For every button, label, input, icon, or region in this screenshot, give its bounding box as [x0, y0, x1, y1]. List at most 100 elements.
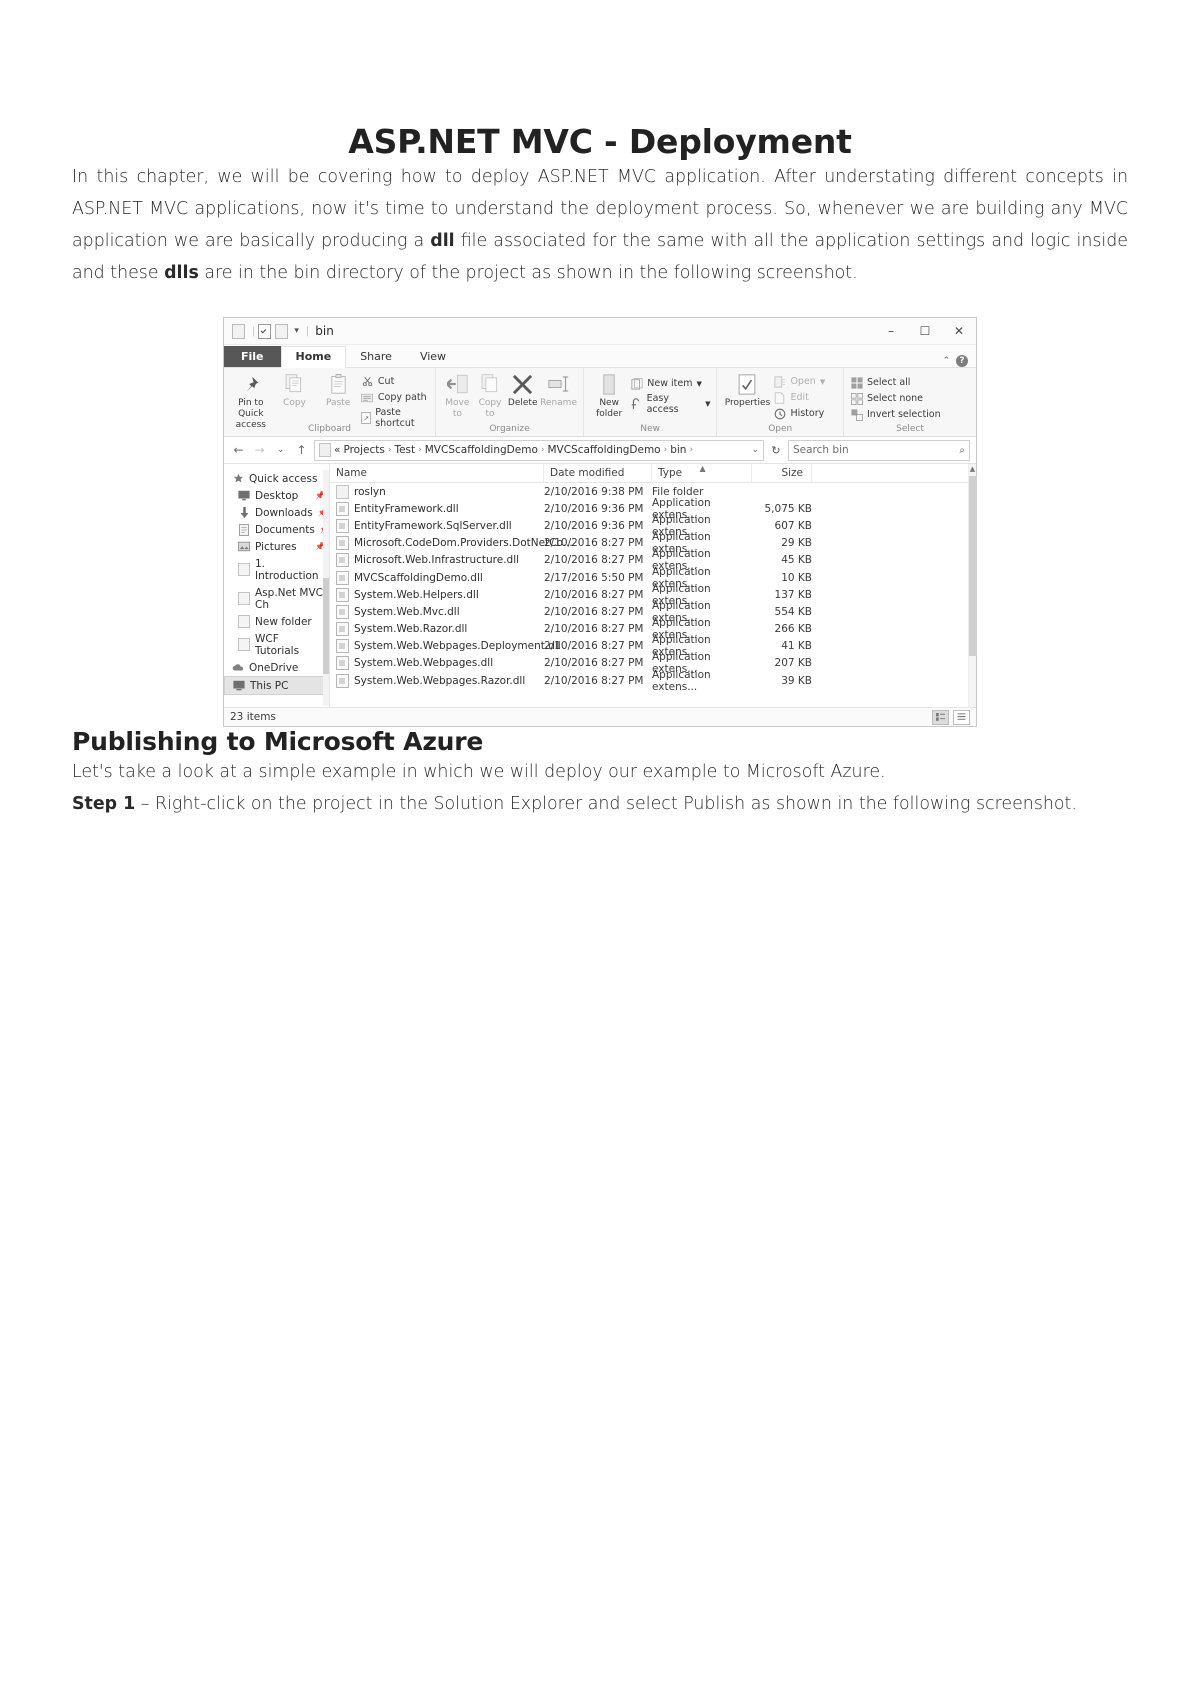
breadcrumb-separator[interactable]: › — [418, 445, 422, 455]
nav-pane-scrollbar[interactable] — [323, 470, 329, 706]
file-list-scrollbar[interactable]: ▲ — [968, 464, 977, 707]
sidebar-item-onedrive[interactable]: OneDrive — [224, 659, 329, 676]
new-folder-quick-icon[interactable] — [275, 323, 289, 339]
column-header-type-label: Type — [658, 467, 683, 479]
file-name-cell: Microsoft.CodeDom.Providers.DotNetCo... — [330, 536, 573, 551]
desktop-icon — [238, 490, 250, 502]
quick-access-icon[interactable] — [232, 323, 245, 339]
paste-button[interactable]: Paste — [317, 372, 359, 409]
breadcrumb-separator[interactable]: › — [388, 445, 392, 455]
select-none-button[interactable]: Select none — [850, 392, 941, 405]
tab-file[interactable]: File — [224, 346, 281, 367]
open-caret-icon[interactable]: ▼ — [820, 378, 825, 386]
search-input[interactable]: Search bin ⌕ — [788, 439, 970, 461]
help-icon[interactable]: ? — [956, 355, 968, 367]
new-item-button[interactable]: New item ▼ — [630, 377, 710, 390]
edit-button[interactable]: Edit — [773, 391, 825, 404]
sidebar-item-1-introduction[interactable]: 1. Introduction — [224, 555, 329, 584]
open-button[interactable]: Open ▼ — [773, 375, 825, 388]
column-header-date-modified[interactable]: Date modified — [544, 464, 652, 482]
rename-button[interactable]: Rename — [540, 372, 577, 409]
ribbon: Pin to Quick access Copy Paste Cut Copy … — [224, 368, 976, 437]
file-name: MVCScaffoldingDemo.dll — [354, 571, 483, 584]
scrollbar-thumb[interactable] — [969, 476, 977, 656]
table-row[interactable]: System.Web.Webpages.Razor.dll 2/10/2016 … — [330, 669, 976, 693]
easy-access-caret-icon[interactable]: ▼ — [705, 400, 710, 408]
file-size-cell: 266 KB — [774, 623, 812, 636]
breadcrumb-item-bin[interactable]: bin — [670, 444, 686, 456]
explorer-titlebar: | ▾ | bin – ☐ ✕ — [224, 318, 976, 345]
back-button[interactable]: ← — [230, 442, 247, 459]
sidebar-item-documents[interactable]: Documents 📌 — [224, 521, 329, 538]
easy-access-button[interactable]: Easy access ▼ — [630, 393, 710, 415]
column-header-size[interactable]: Size — [752, 464, 812, 482]
copy-path-button[interactable]: Copy path — [361, 391, 429, 404]
move-to-button[interactable]: Move to — [442, 372, 473, 420]
sidebar-label: WCF Tutorials — [255, 632, 300, 657]
breadcrumb-item-mvcscaffoldingdemo-2[interactable]: MVCScaffoldingDemo — [547, 444, 660, 456]
file-name: System.Web.Webpages.dll — [354, 657, 494, 670]
file-name-cell: EntityFramework.SqlServer.dll — [330, 518, 544, 533]
up-button[interactable]: ↑ — [293, 442, 310, 459]
properties-button[interactable]: Properties — [723, 372, 771, 409]
sidebar-item-quick-access[interactable]: Quick access — [224, 470, 329, 487]
breadcrumb-item-mvcscaffoldingdemo[interactable]: MVCScaffoldingDemo — [425, 444, 538, 456]
minimize-button[interactable]: – — [874, 318, 908, 344]
delete-button[interactable]: Delete — [507, 372, 538, 409]
folder-icon — [336, 484, 349, 499]
copy-button[interactable]: Copy — [274, 372, 316, 409]
copy-to-button[interactable]: Copy to — [475, 372, 506, 420]
cut-button[interactable]: Cut — [361, 375, 429, 388]
breadcrumb-separator[interactable]: › — [689, 445, 693, 455]
properties-quick-icon[interactable] — [258, 323, 272, 339]
sidebar-label: Documents — [255, 523, 315, 536]
sidebar-item-asp-net-mvc[interactable]: Asp.Net MVC Ch — [224, 584, 329, 613]
breadcrumb-dropdown-icon[interactable]: ⌄ — [751, 445, 759, 455]
recent-locations-button[interactable]: ⌄ — [272, 442, 289, 459]
maximize-button[interactable]: ☐ — [908, 318, 942, 344]
select-all-button[interactable]: Select all — [850, 376, 941, 389]
sidebar-item-new-folder[interactable]: New folder — [224, 613, 329, 630]
breadcrumb-item-projects[interactable]: Projects — [343, 444, 384, 456]
copy-path-icon — [361, 391, 374, 404]
column-header-type[interactable]: Type ▲ — [652, 464, 752, 482]
paste-label: Paste — [325, 398, 351, 408]
view-mode-buttons — [932, 709, 970, 725]
tab-share[interactable]: Share — [346, 347, 406, 367]
scrollbar-thumb[interactable] — [323, 578, 329, 674]
breadcrumb-separator[interactable]: › — [664, 445, 668, 455]
chevron-down-icon[interactable]: ▾ — [294, 326, 299, 336]
page-title: ASP.NET MVC - Deployment — [348, 122, 852, 161]
pin-to-quick-access-button[interactable]: Pin to Quick access — [230, 372, 272, 431]
copy-icon — [285, 372, 304, 396]
svg-text:↗: ↗ — [364, 415, 370, 423]
breadcrumb-item-test[interactable]: Test — [394, 444, 415, 456]
new-item-caret-icon[interactable]: ▼ — [696, 380, 701, 388]
breadcrumb-overflow-icon[interactable]: « — [334, 444, 340, 456]
sidebar-item-this-pc[interactable]: This PC — [224, 676, 329, 695]
sidebar-item-pictures[interactable]: Pictures 📌 — [224, 538, 329, 555]
column-header-name[interactable]: Name — [330, 464, 544, 482]
collapse-ribbon-icon[interactable]: ⌃ — [942, 356, 950, 366]
large-icons-view-button[interactable] — [953, 709, 970, 725]
open-label: Open — [790, 376, 816, 387]
sidebar-item-downloads[interactable]: Downloads 📌 — [224, 504, 329, 521]
scroll-up-icon[interactable]: ▲ — [969, 464, 976, 473]
folder-icon — [238, 592, 250, 605]
new-folder-button[interactable]: New folder — [590, 372, 628, 420]
breadcrumb-separator[interactable]: › — [541, 445, 545, 455]
file-date-cell: 2/10/2016 8:27 PM — [544, 657, 644, 670]
history-button[interactable]: History — [773, 407, 825, 420]
invert-selection-button[interactable]: Invert selection — [850, 408, 941, 421]
step-text: – Right-click on the project in the Solu… — [135, 794, 1077, 814]
status-bar: 23 items — [224, 707, 976, 726]
refresh-button[interactable]: ↻ — [768, 442, 784, 459]
sidebar-item-desktop[interactable]: Desktop 📌 — [224, 487, 329, 504]
tab-view[interactable]: View — [406, 347, 460, 367]
sidebar-item-wcf-tutorials[interactable]: WCF Tutorials — [224, 630, 329, 659]
forward-button[interactable]: → — [251, 442, 268, 459]
breadcrumb[interactable]: « Projects › Test › MVCScaffoldingDemo ›… — [314, 439, 764, 461]
close-button[interactable]: ✕ — [942, 318, 976, 344]
details-view-button[interactable] — [932, 709, 949, 725]
tab-home[interactable]: Home — [280, 346, 347, 368]
